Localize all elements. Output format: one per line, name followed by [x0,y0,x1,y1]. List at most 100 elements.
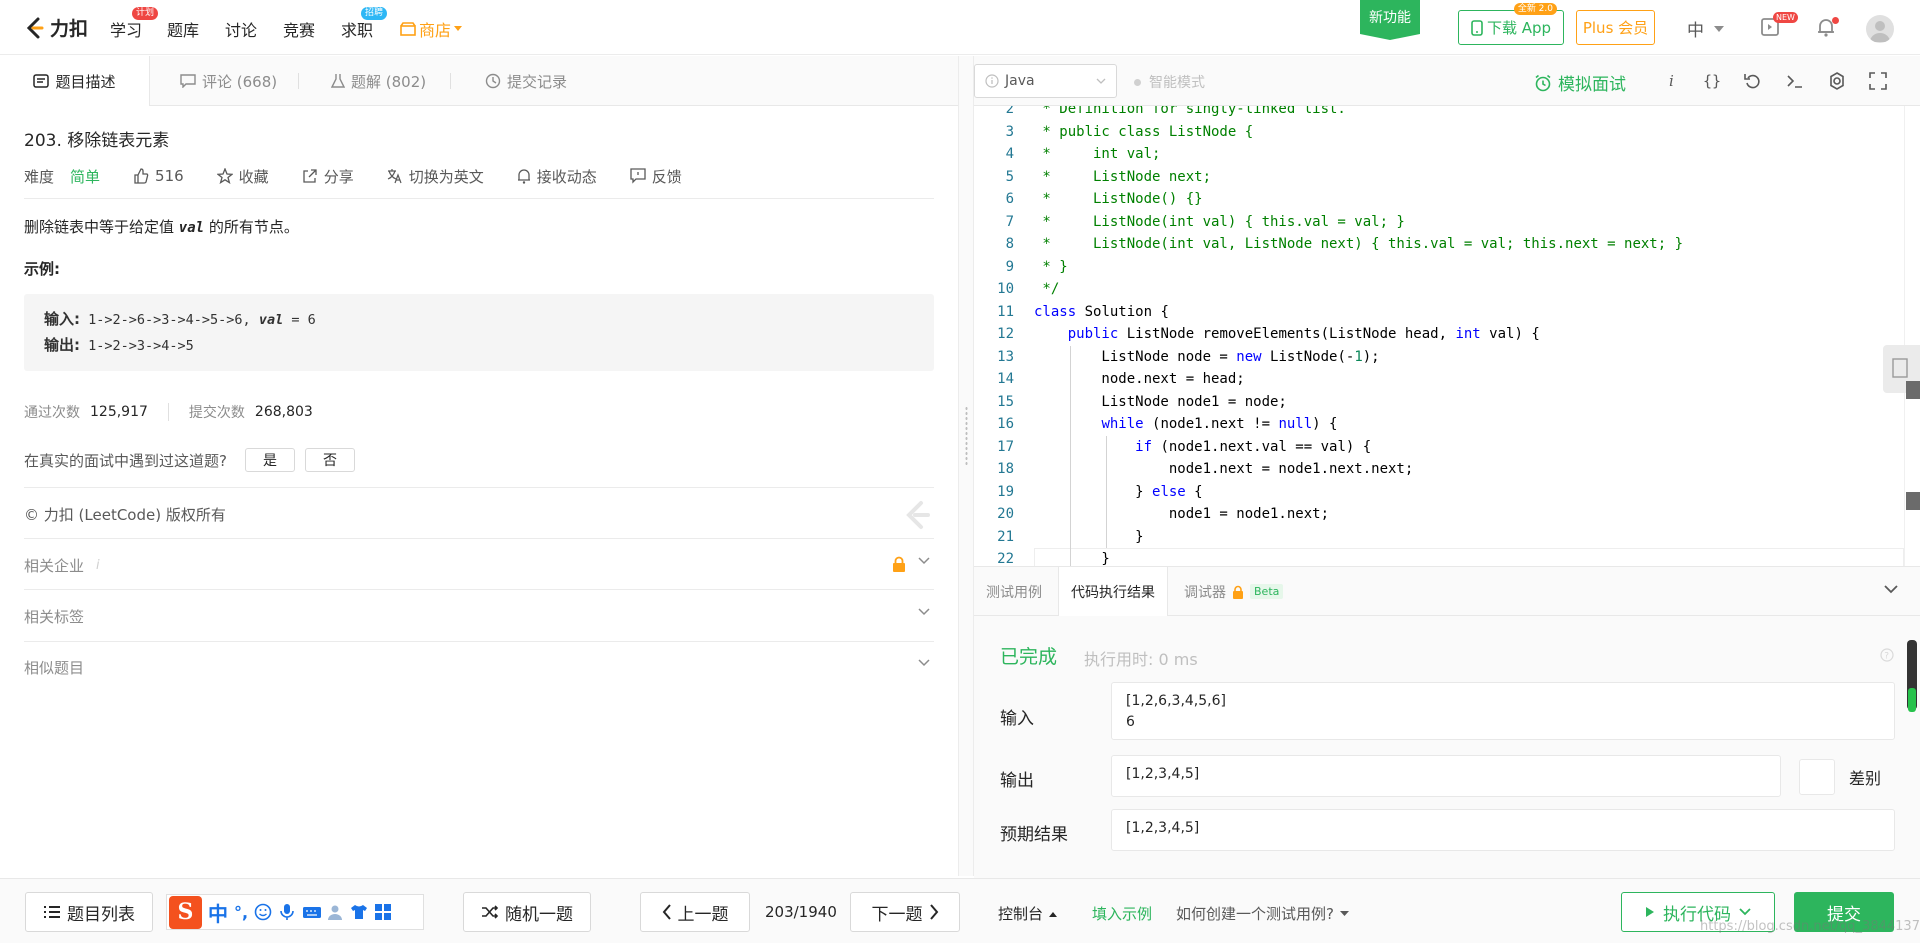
nav-discuss[interactable]: 讨论 [225,17,257,41]
fill-example-link[interactable]: 填入示例 [1092,903,1152,924]
prev-problem-button[interactable]: 上一题 [640,892,750,932]
section-tags[interactable]: 相关标签 [24,591,934,641]
grid-icon[interactable] [374,903,392,921]
console-toggle[interactable]: 控制台 [998,903,1058,924]
tab-run-result[interactable]: 代码执行结果 [1058,567,1168,616]
submission-stats: 通过次数 125,917 提交次数 268,803 [24,402,313,422]
keyboard-icon[interactable] [302,903,322,921]
tab-debugger[interactable]: 调试器 Beta [1172,567,1295,616]
line-content: if (node1.next.val == val) { [1135,438,1372,455]
section-similar[interactable]: 相似题目 [24,642,934,692]
code-line[interactable]: 16 while (node1.next != null) { [974,413,1904,436]
help-icon[interactable]: ? [1880,648,1894,662]
ime-toolbar[interactable]: S 中 °, [166,894,424,930]
chevron-down-icon [918,659,930,667]
favorite-button[interactable]: 收藏 [216,166,269,187]
drag-handle[interactable] [965,406,968,466]
tab-testcase[interactable]: 测试用例 [974,567,1054,616]
like-button[interactable]: 516 [133,167,184,185]
subscribe-button[interactable]: 接收动态 [517,166,597,187]
code-line[interactable]: 9 * } [974,256,1904,279]
no-button[interactable]: 否 [304,448,355,472]
logo[interactable]: 力扣 [24,14,88,41]
diff-toggle[interactable]: 差别 [1799,759,1881,795]
plus-member-button[interactable]: Plus 会员 [1576,10,1655,45]
code-line[interactable]: 20 node1 = node1.next; [974,503,1904,526]
example-input-value: 1->2->6->3->4->5->6, [80,312,259,328]
tab-description-label: 题目描述 [55,72,116,91]
submissions-count: 268,803 [254,404,313,420]
line-number: 2 [1005,106,1014,117]
yes-button[interactable]: 是 [244,448,295,472]
code-line[interactable]: 14 node.next = head; [974,368,1904,391]
tab-comments[interactable]: 评论 (668) [180,56,277,106]
terminal-icon[interactable] [1784,70,1806,92]
code-line[interactable]: 3 * public class ListNode { [974,121,1904,144]
nav-problems[interactable]: 题库 [167,17,199,41]
code-line[interactable]: 13 ListNode node = new ListNode(-1); [974,346,1904,369]
user-icon[interactable] [326,903,344,921]
code-line[interactable]: 17 if (node1.next.val == val) { [974,436,1904,459]
random-problem-button[interactable]: 随机一题 [463,892,591,932]
code-line[interactable]: 15 ListNode node1 = node; [974,391,1904,414]
problem-list-button[interactable]: 题目列表 [25,892,153,932]
code-line[interactable]: 5 * ListNode next; [974,166,1904,189]
tab-testcase-label: 测试用例 [986,584,1042,601]
chevron-down-icon [1739,908,1751,916]
new-feature-ribbon[interactable]: 新功能 [1360,0,1420,40]
braces-icon[interactable]: {} [1701,70,1723,92]
console-scrollbar-thumb[interactable] [1908,688,1916,712]
nav-contest[interactable]: 竞赛 [283,17,315,41]
download-app-button[interactable]: 下载 App 全新 2.0 [1458,3,1564,45]
nav-discuss-label: 讨论 [225,21,258,40]
nav-jobs[interactable]: 求职 招聘 [341,7,388,41]
section-companies[interactable]: 相关企业 i [24,540,934,590]
code-line[interactable]: 18 node1.next = node1.next.next; [974,458,1904,481]
example-output-label: 输出: [44,336,80,354]
mock-interview-button[interactable]: 模拟面试 [1534,70,1626,95]
smart-mode-toggle[interactable]: 智能模式 [1134,72,1205,92]
indent-guide [1070,345,1071,566]
code-editor[interactable]: 2 * Definition for singly-linked list. 3 … [974,106,1904,566]
code-line[interactable]: 21 } [974,526,1904,549]
skin-icon[interactable] [350,903,368,921]
info-icon[interactable]: i [1660,70,1682,92]
code-line[interactable]: 4 * int val; [974,143,1904,166]
ime-language[interactable]: 中 [208,898,228,927]
microphone-icon[interactable] [278,903,296,921]
code-line[interactable]: 2 * Definition for singly-linked list. [974,106,1904,121]
language-switch[interactable]: 中 [1687,16,1724,41]
panel-splitter[interactable] [958,56,974,876]
code-line[interactable]: 7 * ListNode(int val) { this.val = val; … [974,211,1904,234]
next-problem-button[interactable]: 下一题 [850,892,960,932]
code-line[interactable]: 10 */ [974,278,1904,301]
line-content: * } [1034,258,1068,275]
tab-description[interactable]: 题目描述 [0,56,150,106]
nav-shop[interactable]: 商店 [400,17,463,41]
ime-punctuation[interactable]: °, [234,903,248,922]
tab-submissions[interactable]: 提交记录 [485,56,567,106]
diff-switch[interactable] [1799,759,1835,795]
alarm-clock-icon [1534,74,1552,92]
tab-solutions[interactable]: 题解 (802) [331,56,426,106]
caret-up-icon [1049,911,1058,917]
collapse-console-icon[interactable] [1884,585,1898,594]
how-testcase-dropdown[interactable]: 如何创建一个测试用例? [1176,903,1349,924]
bell-icon [517,168,531,184]
code-line[interactable]: 8 * ListNode(int val, ListNode next) { t… [974,233,1904,256]
share-button[interactable]: 分享 [302,166,354,187]
nav-study[interactable]: 学习 计划 [110,7,159,41]
feedback-button[interactable]: 反馈 [630,166,682,187]
avatar[interactable] [1866,15,1894,43]
emoji-icon[interactable] [254,903,272,921]
code-line[interactable]: 6 * ListNode() {} [974,188,1904,211]
settings-icon[interactable] [1826,70,1848,92]
code-line[interactable]: 11 class Solution { [974,301,1904,324]
code-line[interactable]: 12 public ListNode removeElements(ListNo… [974,323,1904,346]
line-content: class Solution { [1034,303,1169,320]
fullscreen-icon[interactable] [1867,70,1889,92]
switch-english-button[interactable]: 切换为英文 [387,166,484,187]
reset-icon[interactable] [1742,70,1764,92]
code-line[interactable]: 19 } else { [974,481,1904,504]
language-select[interactable]: Java [974,64,1117,98]
